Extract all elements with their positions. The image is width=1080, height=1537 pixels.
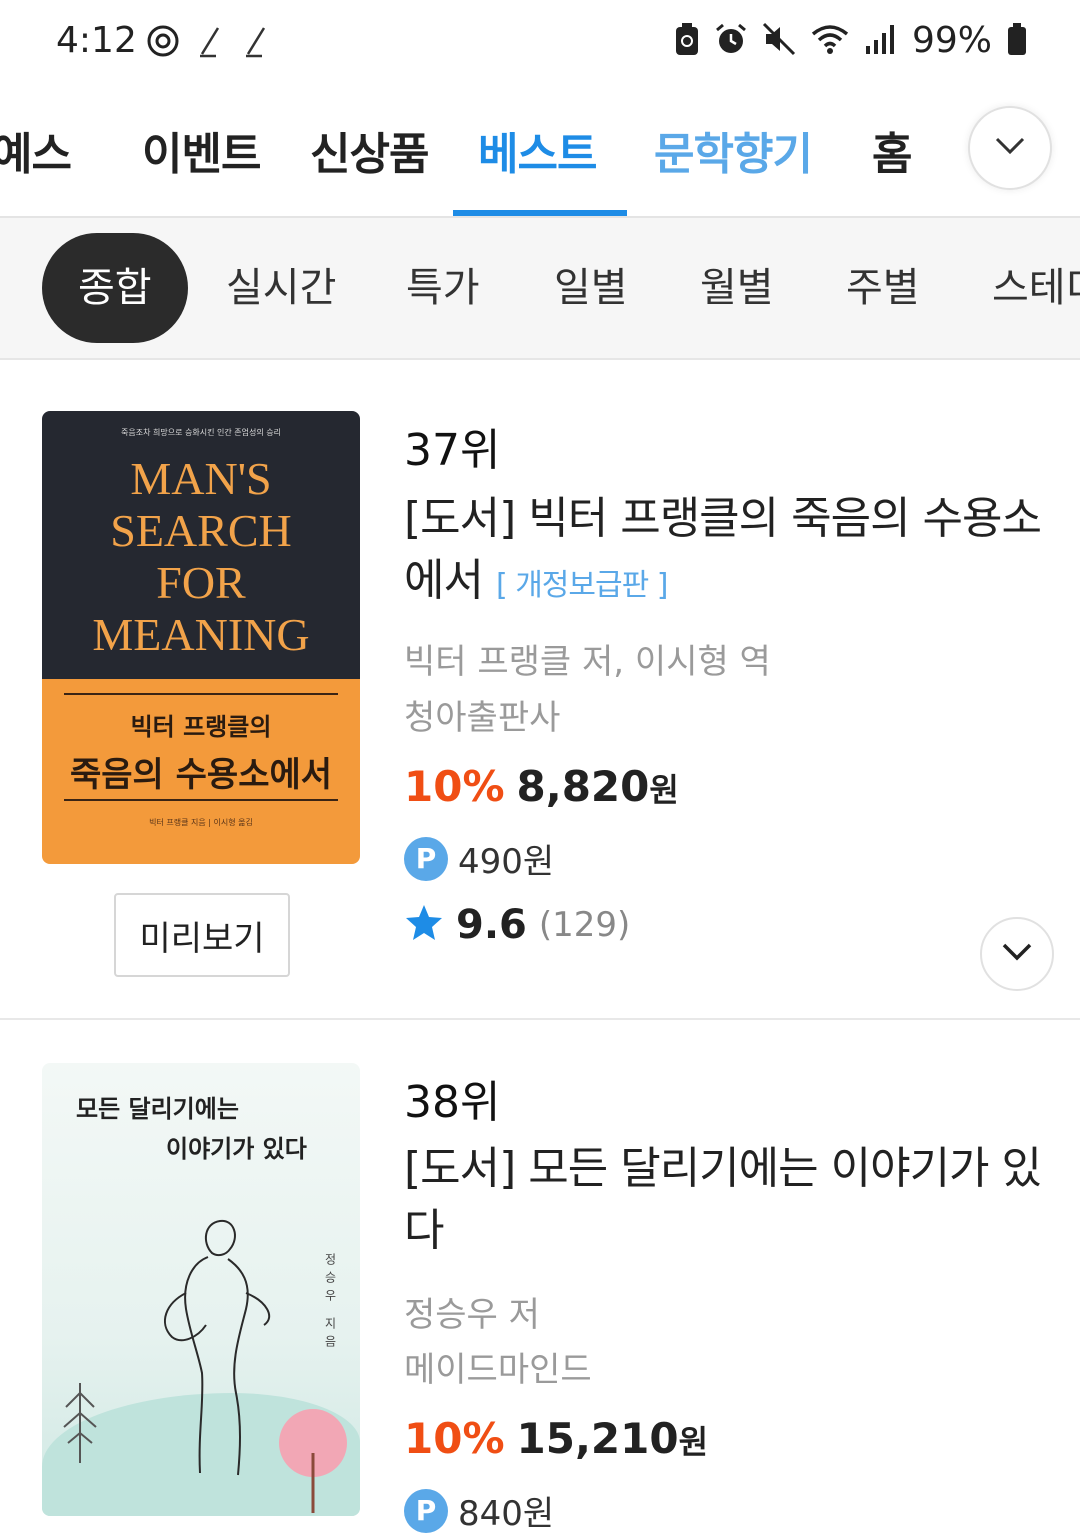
tab-home[interactable]: 홈 [872, 118, 912, 182]
battery-icon [1006, 22, 1028, 60]
points-icon: P [404, 836, 448, 881]
pen-icon [242, 24, 272, 62]
cover-credit: 빅터 프랭클 지음 | 이시형 옮김 [149, 818, 253, 827]
list-divider [0, 1018, 1080, 1020]
mute-icon [762, 22, 796, 60]
battery-saver-icon [674, 22, 700, 60]
target-icon [146, 24, 180, 62]
tab-literature[interactable]: 문학향기 [654, 118, 813, 182]
runner-illustration [164, 1219, 271, 1476]
book-title[interactable]: [도서] 모든 달리기에는 이야기가 있다 [404, 1138, 1044, 1262]
active-tab-indicator [453, 210, 627, 216]
cover-korean-line2: 죽음의 수용소에서 [69, 755, 333, 795]
chevron-down-icon [1001, 942, 1033, 966]
chevron-down-icon [994, 136, 1026, 160]
tabs-more-button[interactable] [968, 106, 1052, 190]
sale-price: 8,820 [516, 762, 650, 811]
filter-overall[interactable]: 종합 [42, 233, 188, 343]
review-count: (129) [538, 905, 631, 945]
book-cover[interactable]: 모든 달리기에는 이야기가 있다 정승우 지음 [42, 1063, 360, 1516]
currency: 원 [678, 1423, 709, 1461]
blossom-tree-icon [279, 1409, 347, 1513]
discount-rate: 10% [404, 762, 505, 811]
rating-row: 9.6 (129) [404, 902, 630, 948]
points-icon: P [404, 1488, 448, 1533]
book-author: 빅터 프랭클 저, 이시형 역 [404, 642, 771, 682]
filter-steady[interactable]: 스테디 [992, 233, 1080, 343]
cover-korean-line1: 빅터 프랭클의 [130, 713, 272, 741]
cover-author: 정승우 지음 [323, 1253, 337, 1353]
status-time: 4:12 [56, 20, 137, 61]
filter-realtime[interactable]: 실시간 [226, 233, 336, 343]
points-row: P 840원 [404, 1486, 554, 1535]
expand-button[interactable] [980, 917, 1054, 991]
ranking-filter-bar: 종합 실시간 특가 일별 월별 주별 스테디 [0, 218, 1080, 360]
book-author: 정승우 저 [404, 1295, 540, 1335]
filter-monthly[interactable]: 월별 [700, 233, 774, 343]
book-publisher: 청아출판사 [404, 698, 561, 738]
tab-event[interactable]: 이벤트 [142, 118, 261, 182]
signal-icon [864, 22, 898, 60]
book-edition: [ 개정보급판 ] [495, 568, 668, 603]
tab-best[interactable]: 베스트 [478, 118, 597, 182]
pen-icon [196, 24, 226, 62]
points-amount: 840원 [458, 1494, 555, 1534]
cover-title-line2: 이야기가 있다 [166, 1135, 307, 1163]
wifi-icon [810, 22, 850, 60]
book-cover[interactable]: 죽음조차 희망으로 승화시킨 인간 존엄성의 승리 MAN'S SEARCH F… [42, 411, 360, 864]
discount-rate: 10% [404, 1414, 505, 1463]
currency: 원 [649, 771, 679, 809]
filter-weekly[interactable]: 주별 [846, 233, 920, 343]
sale-price: 15,210 [516, 1414, 679, 1463]
book-title[interactable]: [도서] 빅터 프랭클의 죽음의 수용소에서 [ 개정보급판 ] [404, 488, 1044, 617]
status-bar: 4:12 99% [0, 0, 1080, 88]
price-row: 10% 8,820원 [404, 762, 679, 811]
top-category-tabs: 예스 이벤트 신상품 베스트 문학향기 홈 [0, 96, 1080, 218]
tab-yes[interactable]: 예스 [0, 118, 72, 182]
cover-divider [64, 799, 338, 801]
price-row: 10% 15,210원 [404, 1414, 708, 1463]
tree-icon [63, 1383, 97, 1463]
book-rank: 37위 [404, 425, 501, 476]
cover-english-title: MAN'S SEARCH FOR MEANING [92, 453, 310, 660]
filter-daily[interactable]: 일별 [554, 233, 628, 343]
star-icon [404, 903, 444, 947]
filter-special[interactable]: 특가 [406, 233, 480, 343]
rating-score: 9.6 [456, 902, 527, 948]
cover-tagline: 죽음조차 희망으로 승화시킨 인간 존엄성의 승리 [121, 428, 281, 437]
preview-button[interactable]: 미리보기 [114, 893, 290, 977]
alarm-icon [714, 22, 748, 60]
book-rank: 38위 [404, 1077, 501, 1128]
cover-divider [64, 693, 338, 695]
points-amount: 490원 [458, 842, 555, 882]
book-publisher: 메이드마인드 [404, 1350, 592, 1390]
cover-title-line1: 모든 달리기에는 [76, 1095, 239, 1123]
tab-new[interactable]: 신상품 [310, 118, 429, 182]
points-row: P 490원 [404, 834, 554, 883]
battery-percent: 99% [911, 20, 992, 61]
